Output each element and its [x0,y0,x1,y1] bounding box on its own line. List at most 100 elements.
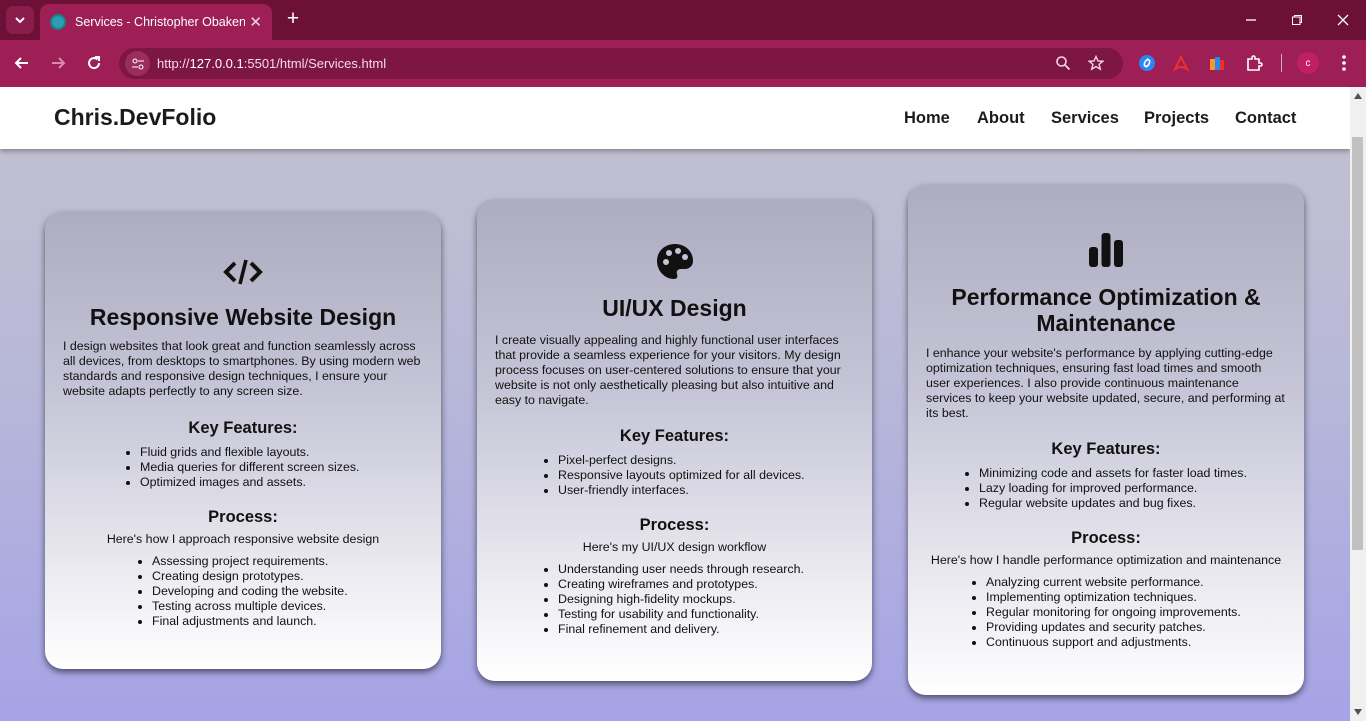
arrow-left-icon [14,57,28,69]
list-item: Pixel-perfect designs. [558,453,872,468]
list-item: Responsive layouts optimized for all dev… [558,468,872,483]
pdf-icon [1172,54,1190,72]
close-window-button[interactable] [1331,8,1355,32]
restore-button[interactable] [1285,8,1309,32]
caret-up-icon [1354,93,1362,99]
list-item: Testing across multiple devices. [152,599,441,614]
extension-shazam[interactable] [1136,52,1158,74]
scrollbar-thumb[interactable] [1352,137,1363,550]
process-list: Assessing project requirements. Creating… [152,554,441,629]
list-item: Implementing optimization techniques. [986,590,1304,605]
list-item: Optimized images and assets. [140,475,441,490]
process-intro: Here's how I approach responsive website… [106,532,380,546]
features-list: Fluid grids and flexible layouts. Media … [140,445,441,490]
tab-title: Services - Christopher Obakeng [75,15,245,29]
url-text[interactable]: http://127.0.0.1:5501/html/Services.html [157,56,386,71]
card-description: I enhance your website's performance by … [926,346,1285,420]
puzzle-icon [1247,55,1263,71]
extension-acrobat[interactable] [1170,52,1192,74]
features-heading: Key Features: [1051,440,1161,458]
process-intro: Here's how I handle performance optimiza… [930,553,1282,567]
site-brand-logo[interactable]: Chris.DevFolio [54,104,216,131]
bar-chart-icon [908,230,1304,270]
list-item: Providing updates and security patches. [986,620,1304,635]
process-list: Analyzing current website performance. I… [986,575,1304,650]
nav-contact-link[interactable]: Contact [1235,109,1296,128]
list-item: Understanding user needs through researc… [558,562,872,577]
service-card-responsive: Responsive Website Design I design websi… [45,212,441,669]
list-item: Fluid grids and flexible layouts. [140,445,441,460]
minimize-icon [1246,19,1256,21]
browser-tab-bar: Services - Christopher Obakeng ✕ + [0,0,1366,40]
new-tab-button[interactable]: + [282,8,304,31]
card-title: Responsive Website Design [89,304,397,330]
features-heading: Key Features: [188,419,298,437]
list-item: Creating wireframes and prototypes. [558,577,872,592]
close-icon [1337,14,1349,26]
back-button[interactable] [10,51,34,75]
scroll-up-arrow[interactable] [1352,90,1364,102]
tab-search-button[interactable] [6,6,34,34]
process-heading: Process: [1071,529,1141,547]
site-info-button[interactable] [125,51,150,76]
list-item: Minimizing code and assets for faster lo… [979,466,1304,481]
browser-toolbar: http://127.0.0.1:5501/html/Services.html [0,40,1366,87]
arrow-right-icon [52,57,66,69]
more-vert-icon [1342,55,1346,71]
toolbar-divider [1281,54,1282,72]
url-host: 127.0.0.1 [189,56,244,71]
process-list: Understanding user needs through researc… [558,562,872,637]
card-description: I create visually appealing and highly f… [495,333,841,407]
card-description: I design websites that look great and fu… [63,339,421,398]
nav-about-link[interactable]: About [977,109,1025,128]
features-list: Pixel-perfect designs. Responsive layout… [558,453,872,498]
url-path: :5501/html/Services.html [243,56,387,71]
features-heading: Key Features: [619,427,730,445]
bookmark-button[interactable] [1085,52,1107,74]
service-card-performance: Performance Optimization & Maintenance I… [908,185,1304,695]
nav-projects-link[interactable]: Projects [1144,109,1209,128]
nav-home-link[interactable]: Home [904,109,950,128]
site-header: Chris.DevFolio Home About Services Proje… [0,87,1350,149]
search-icon [1056,56,1071,71]
list-item: User-friendly interfaces. [558,483,872,498]
reload-button[interactable] [82,51,106,75]
browser-menu-button[interactable] [1333,52,1355,74]
list-item: Media queries for different screen sizes… [140,460,441,475]
chevron-down-icon [15,17,25,24]
list-item: Regular monitoring for ongoing improveme… [986,605,1304,620]
palette-icon [477,242,872,282]
reload-icon [88,56,101,70]
globe-icon [50,14,66,30]
url-scheme: http:// [157,56,190,71]
forward-button[interactable] [46,51,70,75]
colorzilla-icon [1210,57,1224,70]
list-item: Lazy loading for improved performance. [979,481,1304,496]
card-title: Performance Optimization & Maintenance [951,284,1261,336]
profile-avatar[interactable]: c [1297,52,1319,74]
active-tab[interactable]: Services - Christopher Obakeng ✕ [40,4,272,40]
restore-icon [1292,15,1302,25]
code-icon [45,252,441,292]
tab-close-icon[interactable]: ✕ [249,15,262,30]
minimize-button[interactable] [1239,8,1263,32]
extensions-button[interactable] [1243,52,1265,74]
list-item: Creating design prototypes. [152,569,441,584]
scroll-down-arrow[interactable] [1352,706,1364,718]
service-card-uiux: UI/UX Design I create visually appealing… [477,200,872,681]
zoom-button[interactable] [1052,52,1074,74]
list-item: Continuous support and adjustments. [986,635,1304,650]
process-heading: Process: [208,508,278,526]
extension-color[interactable] [1206,52,1228,74]
list-item: Developing and coding the website. [152,584,441,599]
star-icon [1088,55,1104,71]
list-item: Designing high-fidelity mockups. [558,592,872,607]
card-title: UI/UX Design [602,295,747,321]
list-item: Assessing project requirements. [152,554,441,569]
list-item: Final refinement and delivery. [558,622,872,637]
address-bar[interactable]: http://127.0.0.1:5501/html/Services.html [119,48,1123,79]
features-list: Minimizing code and assets for faster lo… [979,466,1304,511]
nav-services-link[interactable]: Services [1051,109,1119,128]
page-viewport: Chris.DevFolio Home About Services Proje… [0,87,1350,721]
list-item: Testing for usability and functionality. [558,607,872,622]
